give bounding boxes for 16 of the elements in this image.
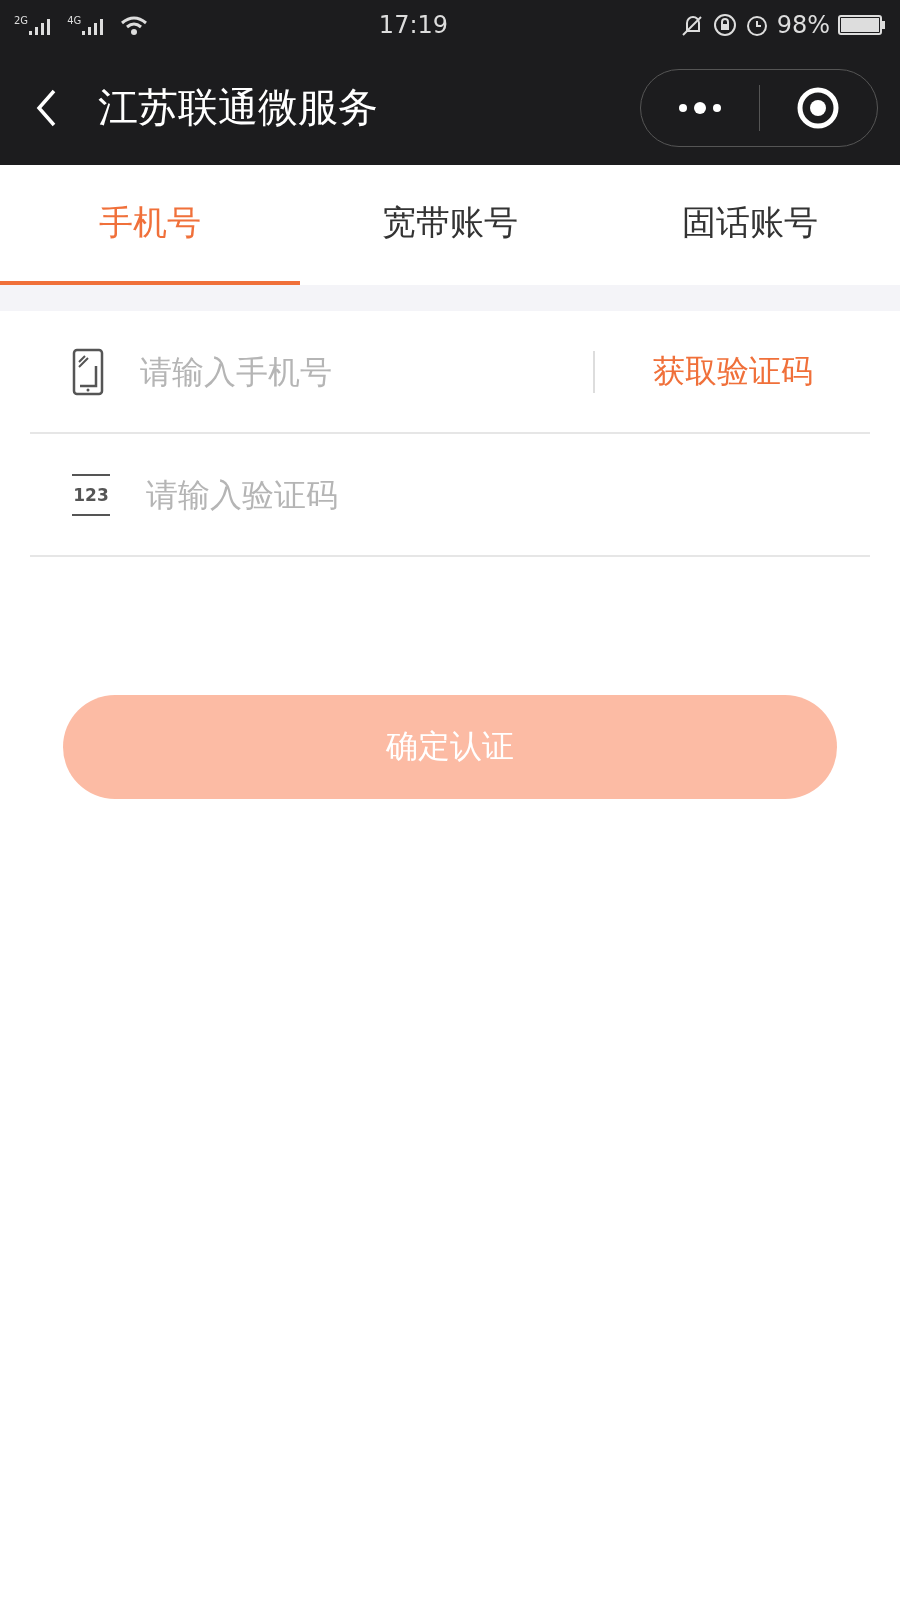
page-title: 江苏联通微服务 — [98, 83, 379, 132]
back-button[interactable] — [34, 87, 58, 128]
input-field[interactable]: 请输入验证码 — [144, 474, 870, 515]
more-icon — [677, 99, 722, 116]
clock-time: 17:19 — [377, 11, 450, 39]
wifi-icon — [120, 15, 149, 35]
battery-icon — [838, 15, 886, 35]
rotation-lock-icon — [712, 13, 737, 37]
battery-percent: 98% — [776, 11, 830, 39]
phone-icon — [72, 347, 104, 396]
close-icon — [796, 85, 841, 130]
network-label: 2G — [14, 15, 29, 26]
alarm-clock-icon — [744, 13, 769, 37]
get-code-link[interactable]: 获取验证码 — [595, 349, 870, 394]
input-field[interactable]: 请输入手机号 — [138, 351, 593, 392]
network-label: 4G — [67, 15, 82, 26]
